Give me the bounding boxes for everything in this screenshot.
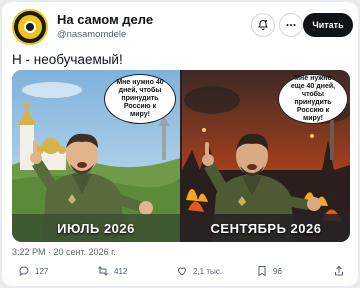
share-icon xyxy=(335,265,343,276)
speech-bubble: Мне нужно еще 40 дней, чтобы принудить Р… xyxy=(278,74,348,124)
notification-button[interactable] xyxy=(251,13,275,37)
avatar-logo xyxy=(18,15,42,39)
notification-bell-icon xyxy=(258,19,268,30)
bookmark-icon xyxy=(258,266,266,277)
post-timestamp[interactable]: 3:22 PM · 20 сент. 2026 г. xyxy=(12,247,116,257)
like-icon xyxy=(177,267,187,276)
media-panel-right: Мне нужно еще 40 дней, чтобы принудить Р… xyxy=(182,70,350,242)
avatar[interactable] xyxy=(12,9,48,45)
like-count: 2,1 тыс. xyxy=(193,266,222,276)
repost-count: 412 xyxy=(114,266,128,276)
speech-bubble: Мне нужно 40 дней, чтобы принудить Росси… xyxy=(104,74,176,124)
bookmark-count: 96 xyxy=(273,266,282,276)
avatar-eye-mark xyxy=(24,21,36,33)
post-text: Н - необучаемый! xyxy=(12,52,123,67)
post-media[interactable]: Мне нужно 40 дней, чтобы принудить Росси… xyxy=(12,70,350,242)
reply-count: 127 xyxy=(35,266,49,276)
post-time: 3:22 PM xyxy=(12,247,46,257)
panel-caption: ИЮЛЬ 2026 xyxy=(12,214,180,242)
post-card: На самом деле @nasamomdele Читать Н - не… xyxy=(2,2,358,286)
panel-caption: СЕНТЯБРЬ 2026 xyxy=(182,214,350,242)
more-options-button[interactable] xyxy=(279,13,303,37)
account-handle[interactable]: @nasamomdele xyxy=(57,29,126,40)
follow-button[interactable]: Читать xyxy=(303,13,353,37)
post-date: 20 сент. 2026 г. xyxy=(53,247,116,257)
reply-icon xyxy=(19,266,29,277)
repost-button[interactable]: 412 xyxy=(97,265,127,277)
repost-icon xyxy=(98,266,108,276)
account-name[interactable]: На самом деле xyxy=(57,12,153,27)
like-button[interactable]: 2,1 тыс. xyxy=(176,265,222,277)
bookmark-button[interactable]: 96 xyxy=(256,265,282,277)
reply-button[interactable]: 127 xyxy=(18,265,48,277)
share-button[interactable] xyxy=(333,265,350,277)
media-panel-left: Мне нужно 40 дней, чтобы принудить Росси… xyxy=(12,70,180,242)
more-icon xyxy=(286,24,296,26)
